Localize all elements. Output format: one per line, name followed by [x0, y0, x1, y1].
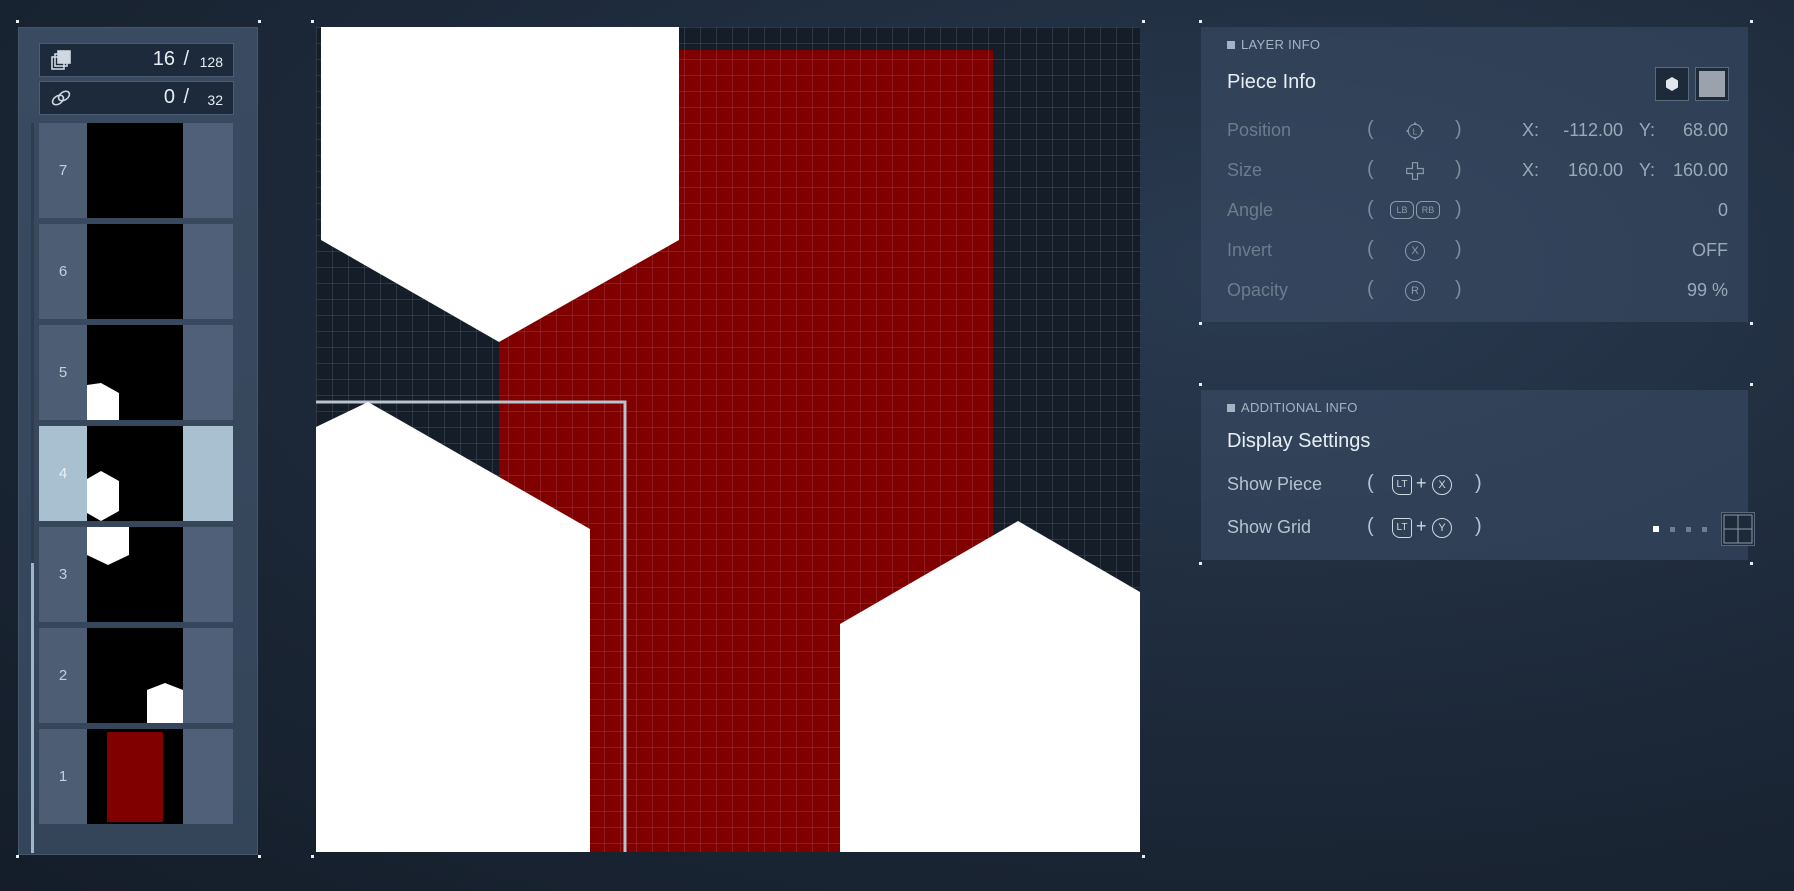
size-row: Size ( ) X: 160.00 Y: 160.00 [1227, 158, 1728, 180]
grid-density-dot[interactable] [1702, 527, 1707, 532]
size-x-value: 160.00 [1567, 160, 1623, 180]
dpad-icon [1406, 162, 1424, 180]
angle-row: Angle ( LB RB ) 0 [1227, 198, 1728, 220]
canvas-drawing [316, 27, 1140, 852]
color-swatch[interactable] [1695, 67, 1729, 101]
layer-info-panel: LAYER INFO Piece Info Position ( L ) X: … [1201, 27, 1748, 322]
display-settings-title: Display Settings [1227, 430, 1371, 452]
show-piece-label: Show Piece [1227, 474, 1323, 494]
layer-number: 5 [58, 364, 68, 381]
link-count-separator: / [183, 86, 189, 108]
x-button-icon: X [1432, 475, 1452, 495]
piece-count-separator: / [183, 48, 189, 70]
size-label: Size [1227, 160, 1263, 180]
rb-button-icon: RB [1416, 201, 1440, 219]
additional-info-tag: ADDITIONAL INFO [1227, 400, 1358, 415]
position-row: Position ( L ) X: -112.00 Y: 68.00 [1227, 118, 1728, 141]
grid-density-dot[interactable] [1670, 527, 1675, 532]
link-chain-icon [51, 90, 71, 106]
layer-row-1[interactable]: 1 [39, 729, 233, 824]
layer-number: 4 [58, 465, 68, 482]
show-piece-row[interactable]: Show Piece ( LT + X ) [1227, 472, 1728, 500]
y-button-icon: Y [1432, 518, 1452, 538]
layer-thumbnail [87, 325, 183, 420]
piece-max: 128 [199, 54, 223, 70]
layer-row-3[interactable]: 3 [39, 527, 233, 622]
angle-value: 0 [1717, 200, 1728, 220]
layer-list-panel: 16 / 128 0 / 32 7 6 5 4 3 2 1 [18, 27, 258, 855]
opacity-value: 99 % [1686, 280, 1728, 300]
layer-thumbnail [87, 123, 183, 218]
size-y-value: 160.00 [1672, 160, 1728, 180]
left-stick-icon: L [1405, 121, 1425, 141]
layer-row-2[interactable]: 2 [39, 628, 233, 723]
layer-row-6[interactable]: 6 [39, 224, 233, 319]
invert-row: Invert ( X ) OFF [1227, 238, 1728, 261]
shape-preview [1655, 67, 1689, 101]
grid-density-dot-active[interactable] [1653, 526, 1659, 532]
x-button-icon: X [1405, 241, 1425, 261]
layer-number: 7 [58, 162, 68, 179]
svg-text:L: L [1413, 126, 1418, 136]
layer-thumbnail [87, 527, 183, 622]
emblem-canvas[interactable] [316, 27, 1140, 852]
position-x-value: -112.00 [1563, 120, 1623, 140]
invert-label: Invert [1227, 240, 1273, 260]
link-counter: 0 / 32 [39, 81, 234, 115]
pieces-stack-icon [51, 50, 71, 70]
right-stick-icon: R [1405, 281, 1425, 301]
lb-button-icon: LB [1390, 201, 1414, 219]
piece-counter: 16 / 128 [39, 43, 234, 77]
additional-info-panel: ADDITIONAL INFO Display Settings Show Pi… [1201, 390, 1755, 560]
position-label: Position [1227, 120, 1292, 140]
hexagon-icon [1666, 77, 1678, 91]
lt-trigger-icon: LT [1392, 475, 1412, 495]
layer-thumbnail [87, 628, 183, 723]
layer-scrollbar-thumb[interactable] [31, 563, 34, 853]
angle-label: Angle [1227, 200, 1274, 220]
opacity-row: Opacity ( R ) 99 % [1227, 278, 1728, 301]
layer-thumbnail [87, 729, 183, 824]
layer-thumbnail [87, 224, 183, 319]
piece-count: 16 [152, 48, 175, 70]
layer-number: 6 [58, 263, 68, 280]
piece-info-title: Piece Info [1227, 71, 1316, 93]
show-grid-row[interactable]: Show Grid ( LT + Y ) [1227, 512, 1755, 546]
layer-number: 2 [58, 667, 68, 684]
layer-number: 3 [58, 566, 68, 583]
layer-thumbnail [87, 426, 183, 521]
grid-toggle-icon[interactable] [1721, 512, 1755, 546]
opacity-label: Opacity [1227, 280, 1289, 300]
grid-density-dot[interactable] [1686, 527, 1691, 532]
layer-number: 1 [58, 768, 68, 785]
layer-row-7[interactable]: 7 [39, 123, 233, 218]
link-count: 0 [163, 86, 175, 108]
layer-row-5[interactable]: 5 [39, 325, 233, 420]
layer-info-tag: LAYER INFO [1227, 37, 1320, 52]
invert-value: OFF [1692, 240, 1728, 260]
lt-trigger-icon: LT [1392, 518, 1412, 538]
show-grid-label: Show Grid [1227, 517, 1312, 537]
link-max: 32 [207, 92, 223, 108]
layer-row-4[interactable]: 4 [39, 426, 233, 521]
position-y-value: 68.00 [1682, 120, 1728, 140]
